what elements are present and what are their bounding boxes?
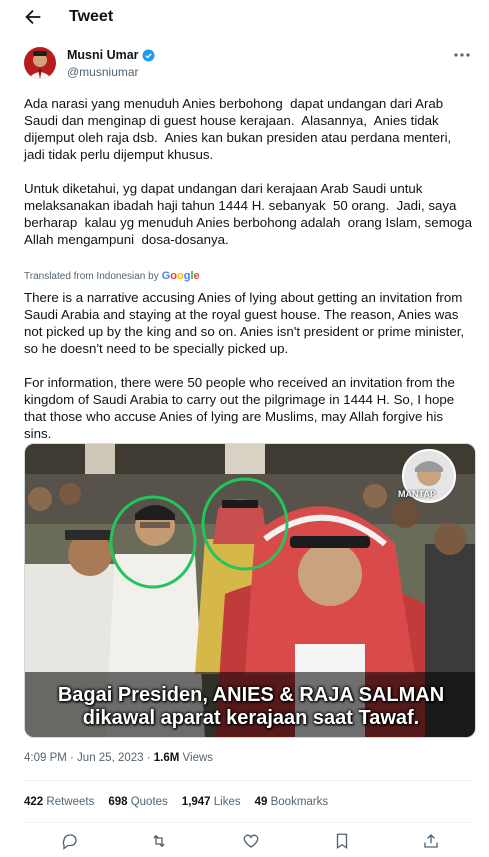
bookmarks-stat[interactable]: 49 Bookmarks	[255, 796, 329, 808]
bookmarks-count: 49	[254, 796, 268, 808]
quotes-label: Quotes	[127, 796, 168, 808]
views-label: Views	[179, 752, 214, 764]
tweet-original-text: Ada narasi yang menuduh Anies berbohong …	[24, 96, 472, 247]
reply-icon[interactable]	[61, 832, 79, 850]
back-arrow-icon[interactable]	[22, 6, 44, 28]
translation-label: Translated from Indonesian by	[24, 270, 159, 282]
divider	[24, 822, 474, 823]
retweets-label: Retweets	[43, 796, 95, 808]
engagement-stats: 422 Retweets 698 Quotes 1,947 Likes 49 B…	[24, 796, 328, 808]
views-count: 1.6M	[153, 752, 180, 764]
tweet-translated-text: There is a narrative accusing Anies of l…	[24, 290, 465, 441]
tweet-timestamp[interactable]: 4:09 PM · Jun 25, 2023 ·	[24, 752, 154, 764]
quotes-count: 698	[108, 796, 128, 808]
likes-stat[interactable]: 1,947 Likes	[182, 796, 241, 808]
translation-note: Translated from Indonesian by Google	[24, 270, 200, 282]
tweet-image[interactable]: Bagai Presiden, ANIES & RAJA SALMAN dika…	[24, 443, 476, 738]
google-logo: Google	[161, 270, 200, 282]
top-bar: Tweet	[0, 0, 489, 36]
retweets-count: 422	[24, 796, 44, 808]
image-badge-text: MANTAP	[398, 489, 436, 499]
action-bar	[0, 832, 489, 854]
avatar[interactable]	[24, 47, 56, 79]
quotes-stat[interactable]: 698 Quotes	[108, 796, 167, 808]
share-icon[interactable]	[422, 832, 440, 850]
likes-count: 1,947	[181, 796, 211, 808]
bookmark-icon[interactable]	[333, 832, 351, 850]
retweets-stat[interactable]: 422 Retweets	[24, 796, 94, 808]
likes-label: Likes	[210, 796, 241, 808]
divider	[24, 780, 474, 781]
image-caption-line-1: Bagai Presiden, ANIES & RAJA SALMAN	[57, 684, 445, 706]
retweet-icon[interactable]	[150, 832, 168, 850]
bookmarks-label: Bookmarks	[267, 796, 329, 808]
author-name-text[interactable]: Musni Umar	[67, 48, 139, 62]
tweet-meta: 4:09 PM · Jun 25, 2023 · 1.6M Views	[24, 752, 213, 764]
author-handle[interactable]: @musniumar	[67, 65, 139, 79]
more-icon[interactable]	[453, 52, 471, 58]
page-title: Tweet	[69, 8, 114, 25]
author-name[interactable]: Musni Umar	[67, 48, 155, 62]
like-icon[interactable]	[242, 832, 260, 850]
verified-badge-icon	[142, 49, 155, 61]
image-caption-line-2: dikawal aparat kerajaan saat Tawaf.	[82, 707, 420, 729]
